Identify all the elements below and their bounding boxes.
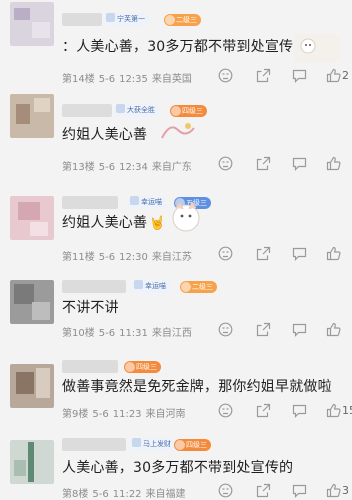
like-count: 3 <box>342 484 349 497</box>
level-badge: 二级三 <box>180 281 217 293</box>
share-icon[interactable] <box>256 246 271 262</box>
comment-icon[interactable] <box>292 68 307 84</box>
like-button[interactable]: 15 <box>326 403 352 419</box>
avatar[interactable] <box>10 94 54 138</box>
like-icon <box>326 246 341 261</box>
comment-meta: 第9楼 5-6 11:23 来自河南 <box>62 409 186 420</box>
like-button[interactable] <box>326 156 341 172</box>
comment-actions: 3 <box>212 483 352 499</box>
sticker-image <box>172 200 200 232</box>
level-badge: 四级三 <box>170 105 207 117</box>
username-blurred[interactable] <box>62 280 126 293</box>
user-badge: 大获全胜 <box>114 104 159 117</box>
comment-meta: 第14楼 5-6 12:35 来自英国 <box>62 74 192 85</box>
level-badge: 二级三 <box>164 14 201 26</box>
dislike-icon[interactable] <box>218 322 233 338</box>
comment-actions <box>212 322 352 338</box>
user-badge: 宁芙第一 <box>104 13 149 26</box>
comment-text: 做善事竟然是免死金牌，那你约姐早就做啦 <box>62 379 332 395</box>
comment-item: 马上发财 四级三 人美心善，30多万都不带到处宣传的 第8楼 5-6 11:22 来自… <box>0 432 352 500</box>
comment-meta: 第10楼 5-6 11:31 来自江西 <box>62 328 192 339</box>
like-button[interactable]: 2 <box>326 68 349 84</box>
avatar[interactable] <box>10 440 54 484</box>
avatar[interactable] <box>10 196 54 240</box>
avatar[interactable] <box>10 280 54 324</box>
badge-icon <box>130 196 139 205</box>
username-blurred[interactable] <box>62 196 118 209</box>
username-blurred[interactable] <box>62 13 102 26</box>
comment-actions <box>212 156 352 172</box>
share-icon[interactable] <box>256 322 271 338</box>
comment-icon[interactable] <box>292 483 307 499</box>
username-blurred[interactable] <box>62 360 118 373</box>
rock-hand-emoji: 🤘 <box>149 216 166 231</box>
username-blurred[interactable] <box>62 104 112 117</box>
badge-icon <box>116 104 125 113</box>
share-icon[interactable] <box>256 403 271 419</box>
like-icon <box>326 68 341 83</box>
comment-item: 宁芙第一 二级三 ：人美心善，30多万都不带到处宣传的 第14楼 5-6 12:35… <box>0 0 352 85</box>
dislike-icon[interactable] <box>218 68 233 84</box>
like-button[interactable] <box>326 246 341 262</box>
like-icon <box>326 322 341 337</box>
comment-actions: 2 <box>212 68 352 84</box>
comment-actions <box>212 246 352 262</box>
comment-text: 约姐人美心善 <box>62 127 148 143</box>
like-icon <box>326 483 341 498</box>
share-icon[interactable] <box>256 483 271 499</box>
like-button[interactable]: 3 <box>326 483 349 499</box>
user-badge: 幸运喵 <box>128 196 166 209</box>
comment-icon[interactable] <box>292 156 307 172</box>
comment-actions: 15 <box>212 403 352 419</box>
comment-text: 不讲不讲 <box>62 300 119 316</box>
level-badge: 四级三 <box>124 361 161 373</box>
comment-item: 四级三 做善事竟然是免死金牌，那你约姐早就做啦 第9楼 5-6 11:23 来自河南 … <box>0 352 352 432</box>
badge-icon <box>106 13 115 22</box>
like-icon <box>326 403 341 418</box>
share-icon[interactable] <box>256 68 271 84</box>
dislike-icon[interactable] <box>218 246 233 262</box>
comment-item: 幸运喵 二级三 不讲不讲 第10楼 5-6 11:31 来自江西 <box>0 270 352 350</box>
level-badge: 四级三 <box>174 439 211 451</box>
user-badge: 马上发财 <box>130 438 175 451</box>
dislike-icon[interactable] <box>218 403 233 419</box>
comment-meta: 第8楼 5-6 11:22 来自福建 <box>62 489 186 500</box>
like-count: 15 <box>342 404 352 417</box>
badge-icon <box>132 438 141 447</box>
comment-text: 人美心善，30多万都不带到处宣传的 <box>62 460 294 476</box>
badge-icon <box>134 280 143 289</box>
avatar[interactable] <box>10 364 54 408</box>
share-icon[interactable] <box>256 156 271 172</box>
comment-meta: 第11楼 5-6 12:30 来自江苏 <box>62 252 192 263</box>
comment-icon[interactable] <box>292 403 307 419</box>
username-blurred[interactable] <box>62 438 126 451</box>
comment-feed: 宁芙第一 二级三 ：人美心善，30多万都不带到处宣传的 第14楼 5-6 12:35… <box>0 0 352 500</box>
comment-text: 约姐人美心善 🤘 <box>62 215 166 231</box>
like-icon <box>326 156 341 171</box>
like-count: 2 <box>342 69 349 82</box>
sticker-image <box>294 34 340 62</box>
comment-icon[interactable] <box>292 246 307 262</box>
comment-item: 大获全胜 四级三 约姐人美心善 第13楼 5-6 12:34 来自广东 <box>0 88 352 174</box>
dislike-icon[interactable] <box>218 483 233 499</box>
comment-text: ：人美心善，30多万都不带到处宣传的 <box>62 39 308 55</box>
dislike-icon[interactable] <box>218 156 233 172</box>
comment-item: 幸运喵 五级三 约姐人美心善 🤘 第11楼 5-6 12:30 来自江苏 <box>0 176 352 268</box>
avatar[interactable] <box>10 2 54 46</box>
user-badge: 幸运喵 <box>132 280 170 293</box>
like-button[interactable] <box>326 322 341 338</box>
comment-meta: 第13楼 5-6 12:34 来自广东 <box>62 162 192 173</box>
comment-icon[interactable] <box>292 322 307 338</box>
sticker-image <box>161 123 195 139</box>
